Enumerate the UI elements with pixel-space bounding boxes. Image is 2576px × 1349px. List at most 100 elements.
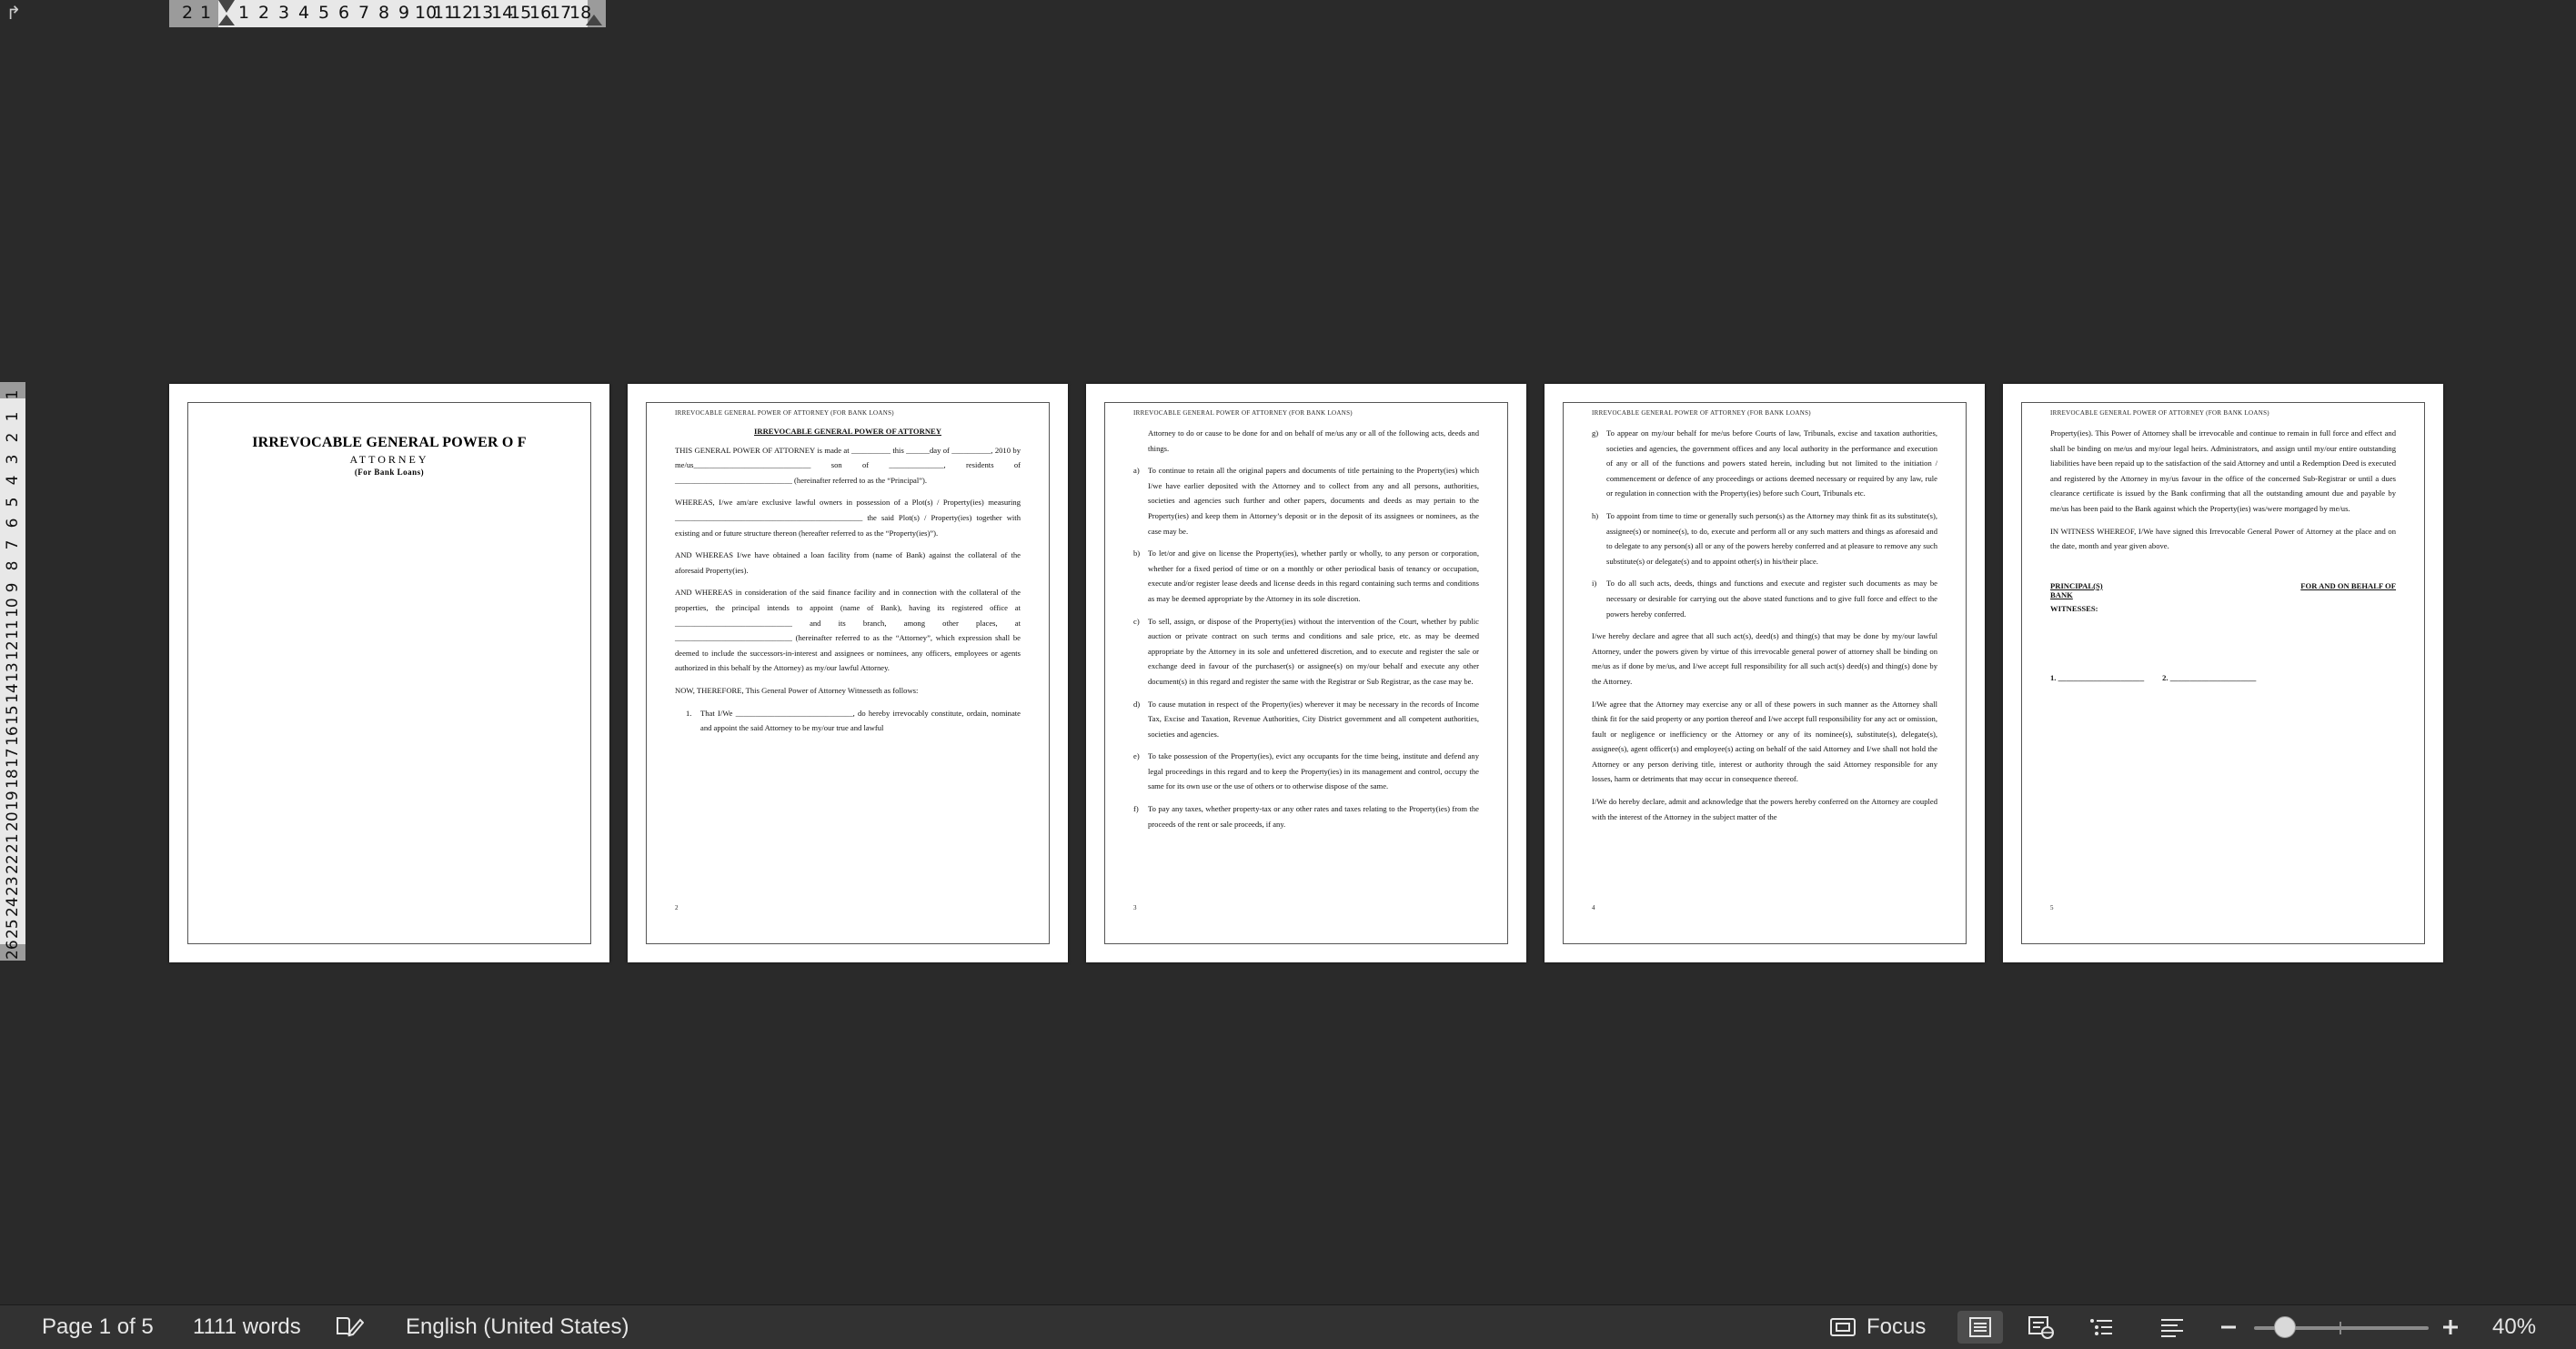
ruler-tick-label: 2	[258, 3, 270, 23]
section-heading: IRREVOCABLE GENERAL POWER OF ATTORNEY	[754, 427, 941, 436]
zoom-slider-thumb[interactable]	[2274, 1316, 2296, 1338]
ruler-tick-label: 22	[4, 854, 22, 874]
zoom-level[interactable]: 40%	[2492, 1305, 2536, 1349]
principal-label: PRINCIPAL(S)	[2050, 580, 2103, 590]
page-body: IRREVOCABLE GENERAL POWER OF ATTORNEY TH…	[675, 424, 1021, 736]
doc-title-line2: ATTORNEY	[349, 453, 429, 466]
ruler-tick-label: 17	[4, 747, 22, 768]
list-item-text: To take possession of the Property(ies),…	[1148, 751, 1479, 791]
ruler-tick-label: 16	[4, 726, 22, 746]
bank-label: BANK	[2050, 589, 2073, 599]
ruler-tick-label: 25	[4, 918, 22, 939]
paragraph: I/We agree that the Attorney may exercis…	[1592, 699, 1937, 784]
list-item: f) To pay any taxes, whether property-tax…	[1133, 801, 1479, 831]
behalf-label: FOR AND ON BEHALF OF	[2300, 580, 2396, 590]
list-item-text: To do all such acts, deeds, things and f…	[1606, 579, 1937, 619]
ruler-tick-label: 4	[4, 475, 22, 486]
page-5[interactable]: IRREVOCABLE GENERAL POWER OF ATTORNEY (F…	[2003, 384, 2443, 962]
page-2[interactable]: IRREVOCABLE GENERAL POWER OF ATTORNEY (F…	[628, 384, 1068, 962]
list-item-key: b)	[1133, 549, 1141, 559]
ruler-tick-label: 1	[238, 3, 250, 23]
horizontal-ruler[interactable]: 2 1 1 2 3 4 5 6 7 8 9 10 11 12 13 14 15 16 17 18	[169, 0, 606, 27]
list-item-key: g)	[1592, 428, 1599, 438]
ruler-tick-label: 6	[4, 518, 22, 529]
ruler-tick-label: 24	[4, 897, 22, 917]
running-header: IRREVOCABLE GENERAL POWER OF ATTORNEY (F…	[1592, 409, 1811, 417]
ruler-tick-label: 23	[4, 875, 22, 896]
zoom-in-icon[interactable]	[2430, 1311, 2470, 1344]
page-3[interactable]: IRREVOCABLE GENERAL POWER OF ATTORNEY (F…	[1086, 384, 1526, 962]
list-item-text: To sell, assign, or dispose of the Prope…	[1148, 616, 1479, 686]
doc-title: IRREVOCABLE GENERAL POWER O F	[252, 435, 527, 450]
page-indicator[interactable]: Page 1 of 5	[42, 1305, 154, 1349]
first-line-indent-marker[interactable]	[218, 0, 235, 13]
ruler-tick-label: 7	[4, 539, 22, 549]
word-count[interactable]: 1111 words	[193, 1305, 301, 1349]
ruler-tick-label: 16	[529, 3, 552, 23]
proofing-icon[interactable]	[329, 1311, 369, 1344]
page-number: 4	[1592, 904, 1595, 911]
vertical-ruler[interactable]: 1 1 2 3 4 5 6 7 8 9 10 11 12 13 14 15 16 17 18 19 20 21 22 23 24…	[0, 382, 25, 961]
ruler-tick-label: 2	[182, 3, 194, 23]
ruler-tick-label: 9	[4, 582, 22, 592]
witness-lines: 1. ______________________ 2. ___________…	[2050, 670, 2396, 686]
page-number: 5	[2050, 904, 2054, 911]
right-indent-marker[interactable]	[586, 15, 602, 25]
ruler-tick-label: 12	[451, 3, 474, 23]
ruler-tick-label: 5	[318, 3, 330, 23]
paragraph: AND WHEREAS I/we have obtained a loan fa…	[675, 550, 1021, 575]
draft-view-icon[interactable]	[2152, 1311, 2192, 1344]
print-layout-icon[interactable]	[1957, 1311, 2003, 1344]
language-indicator[interactable]: English (United States)	[406, 1305, 629, 1349]
page-number: 2	[675, 904, 679, 911]
paragraph: THIS GENERAL POWER OF ATTORNEY is made a…	[675, 445, 1021, 485]
zoom-slider-midpoint	[2340, 1322, 2341, 1334]
list-item: d) To cause mutation in respect of the Pr…	[1133, 697, 1479, 742]
list-item-text: To appoint from time to time or generall…	[1606, 510, 1937, 566]
ruler-tick-label: 15	[4, 704, 22, 725]
ruler-tick-label: 17	[549, 3, 572, 23]
ruler-tick-label: 3	[4, 454, 22, 464]
ruler-tick-label: 15	[509, 3, 532, 23]
list-item: b) To let/or and give on license the Prop…	[1133, 546, 1479, 606]
running-header: IRREVOCABLE GENERAL POWER OF ATTORNEY (F…	[675, 409, 894, 417]
outline-view-icon[interactable]	[2081, 1311, 2121, 1344]
ruler-tick-label: 2	[4, 432, 22, 443]
ruler-tick-label: 12	[4, 640, 22, 660]
list-item: a) To continue to retain all the original…	[1133, 463, 1479, 539]
page-border	[187, 402, 591, 944]
ruler-tick-label: 21	[4, 832, 22, 853]
page-number: 3	[1133, 904, 1137, 911]
page-1[interactable]: IRREVOCABLE GENERAL POWER O F ATTORNEY (…	[169, 384, 609, 962]
page-4[interactable]: IRREVOCABLE GENERAL POWER OF ATTORNEY (F…	[1545, 384, 1985, 962]
list-item-key: d)	[1133, 699, 1141, 709]
ruler-tick-label: 26	[4, 940, 22, 960]
tab-selector-icon[interactable]: ↱	[0, 0, 27, 27]
ruler-tick-label: 4	[298, 3, 310, 23]
paragraph: IN WITNESS WHEREOF, I/We have signed thi…	[2050, 526, 2396, 551]
ruler-tick-label: 13	[4, 661, 22, 682]
ruler-tick-label: 5	[4, 497, 22, 507]
list-item: h) To appoint from time to time or genera…	[1592, 508, 1937, 569]
paragraph: I/We do hereby declare, admit and acknow…	[1592, 797, 1937, 821]
list-item: i) To do all such acts, deeds, things and…	[1592, 576, 1937, 621]
ruler-tick-label: 11	[4, 619, 22, 639]
focus-button[interactable]: Focus	[1867, 1305, 1926, 1349]
focus-icon[interactable]	[1823, 1311, 1863, 1344]
hanging-indent-marker[interactable]	[218, 13, 235, 25]
running-header: IRREVOCABLE GENERAL POWER OF ATTORNEY (F…	[1133, 409, 1353, 417]
witnesses-label: WITNESSES:	[2050, 603, 2098, 613]
paragraph: I/we hereby declare and agree that all s…	[1592, 631, 1937, 686]
list-item-text: That I/We ______________________________…	[700, 708, 1021, 733]
list-item-key: h)	[1592, 510, 1599, 520]
web-layout-icon[interactable]	[2021, 1311, 2061, 1344]
ruler-tick-label: 20	[4, 811, 22, 831]
ruler-tick-label: 8	[378, 3, 390, 23]
ruler-tick-label: 18	[4, 769, 22, 789]
status-bar: Page 1 of 5 1111 words English (United S…	[0, 1304, 2576, 1349]
signature-row: PRINCIPAL(S) BANK FOR AND ON BEHALF OF	[2050, 581, 2396, 599]
list-item-text: To continue to retain all the original p…	[1148, 466, 1479, 536]
list-item: e) To take possession of the Property(ies…	[1133, 749, 1479, 794]
zoom-out-icon[interactable]	[2209, 1311, 2249, 1344]
list-item: 1. That I/We ___________________________…	[675, 706, 1021, 736]
